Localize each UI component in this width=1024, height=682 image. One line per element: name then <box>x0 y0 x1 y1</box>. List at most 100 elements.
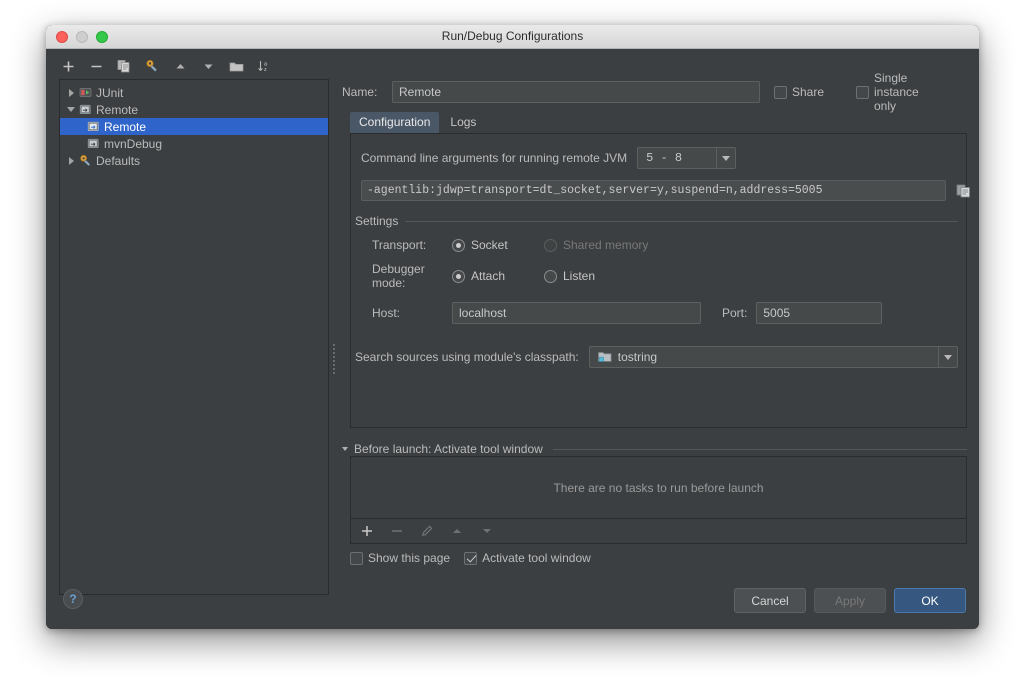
module-folder-icon <box>598 351 612 363</box>
settings-group: Settings Transport: Socket Shared memory… <box>355 214 958 324</box>
tree-item-mvndebug[interactable]: mvnDebug <box>60 135 328 152</box>
tree-item-remote-group[interactable]: Remote <box>60 101 328 118</box>
remote-icon <box>78 103 93 116</box>
debugger-mode-attach-radio[interactable]: Attach <box>452 269 544 283</box>
configuration-editor-panel: Name: Remote Share Single instance only … <box>342 54 970 629</box>
cancel-button[interactable]: Cancel <box>734 588 806 613</box>
transport-socket-radio[interactable]: Socket <box>452 238 544 252</box>
tree-item-defaults[interactable]: Defaults <box>60 152 328 169</box>
collapse-triangle-icon[interactable] <box>342 447 348 451</box>
wrench-icon <box>78 154 93 167</box>
search-sources-label: Search sources using module's classpath: <box>355 350 579 364</box>
junit-icon <box>78 86 93 99</box>
module-classpath-dropdown[interactable]: tostring <box>588 346 958 368</box>
show-this-page-label: Show this page <box>368 551 451 565</box>
configurations-toolbar: a z <box>59 54 329 78</box>
jvm-version-value: 5 - 8 <box>646 151 683 165</box>
share-label: Share <box>792 85 825 99</box>
folder-icon[interactable] <box>227 57 245 75</box>
remote-icon <box>86 137 101 150</box>
show-this-page-checkbox-box[interactable] <box>350 551 363 565</box>
transport-shared-memory-radio: Shared memory <box>544 238 648 252</box>
name-label: Name: <box>342 85 378 99</box>
command-line-label: Command line arguments for running remot… <box>361 151 628 165</box>
settings-group-label: Settings <box>355 214 399 228</box>
module-name-value: tostring <box>617 350 658 364</box>
name-input[interactable]: Remote <box>392 81 760 103</box>
before-launch-header[interactable]: Before launch: Activate tool window <box>342 442 967 456</box>
tree-item-junit[interactable]: JUnit <box>60 84 328 101</box>
move-down-icon[interactable] <box>199 57 217 75</box>
debugger-mode-attach-label: Attach <box>471 269 506 283</box>
expander-collapsed-icon[interactable] <box>64 88 78 97</box>
before-launch-task-list[interactable]: There are no tasks to run before launch <box>350 456 967 519</box>
settings-group-header: Settings <box>355 214 958 228</box>
add-configuration-icon[interactable] <box>59 57 77 75</box>
panel-splitter[interactable] <box>331 339 336 379</box>
before-launch-toolbar <box>350 519 967 544</box>
editor-tabs: Configuration Logs <box>350 112 485 133</box>
wrench-icon[interactable] <box>143 57 161 75</box>
port-input[interactable]: 5005 <box>756 302 883 324</box>
tab-logs[interactable]: Logs <box>441 112 485 133</box>
dialog-body: a z JUnit Remote Remote mvnDebug Default… <box>46 49 979 629</box>
host-input[interactable]: localhost <box>452 302 701 324</box>
configurations-tree[interactable]: JUnit Remote Remote mvnDebug Defaults <box>59 79 329 595</box>
activate-tool-window-checkbox[interactable]: Activate tool window <box>464 551 591 565</box>
before-launch-label: Before launch: Activate tool window <box>354 442 543 456</box>
debugger-mode-row: Debugger mode: Attach Listen <box>355 262 958 290</box>
tree-item-label: JUnit <box>96 85 124 100</box>
remote-icon <box>86 120 101 133</box>
host-label: Host: <box>372 306 401 320</box>
add-task-icon[interactable] <box>358 522 376 540</box>
ok-button[interactable]: OK <box>894 588 966 613</box>
tree-item-label: Remote <box>96 102 139 117</box>
expander-expanded-icon[interactable] <box>64 107 78 112</box>
debugger-mode-label: Debugger mode: <box>372 262 425 290</box>
single-instance-label: Single instance only <box>874 71 919 113</box>
single-instance-checkbox[interactable]: Single instance only <box>856 71 924 113</box>
pencil-icon <box>418 522 436 540</box>
transport-socket-radio-button[interactable] <box>452 238 465 252</box>
before-launch-empty-message: There are no tasks to run before launch <box>553 480 764 495</box>
transport-shared-memory-radio-button <box>544 238 557 252</box>
copy-to-clipboard-icon[interactable] <box>953 180 973 201</box>
move-task-up-icon <box>448 522 466 540</box>
show-this-page-checkbox[interactable]: Show this page <box>350 551 450 565</box>
help-button[interactable]: ? <box>63 589 83 609</box>
remove-configuration-icon[interactable] <box>87 57 105 75</box>
window-titlebar: Run/Debug Configurations <box>46 25 979 49</box>
window-title: Run/Debug Configurations <box>441 29 584 43</box>
tree-item-label: Defaults <box>96 153 141 168</box>
agent-arguments-field[interactable]: -agentlib:jdwp=transport=dt_socket,serve… <box>361 180 946 201</box>
transport-row: Transport: Socket Shared memory <box>355 238 958 252</box>
before-launch-options: Show this page Activate tool window <box>350 551 591 565</box>
port-label: Port: <box>722 306 748 320</box>
activate-tool-window-label: Activate tool window <box>482 551 591 565</box>
host-port-row: Host: localhost Port: 5005 <box>355 302 958 324</box>
transport-shared-memory-label: Shared memory <box>563 238 649 252</box>
sort-az-icon[interactable]: a z <box>255 57 273 75</box>
screenshot-root: Run/Debug Configurations a z JUnit Remot… <box>0 0 1024 682</box>
share-checkbox[interactable]: Share <box>774 85 842 99</box>
debugger-mode-listen-radio-button[interactable] <box>544 269 557 283</box>
debugger-mode-listen-radio[interactable]: Listen <box>544 269 595 283</box>
copy-configuration-icon[interactable] <box>115 57 133 75</box>
search-sources-row: Search sources using module's classpath:… <box>355 346 958 368</box>
tree-item-remote[interactable]: Remote <box>60 118 328 135</box>
share-checkbox-box[interactable] <box>774 85 787 99</box>
chevron-down-icon[interactable] <box>938 347 957 367</box>
single-instance-checkbox-box[interactable] <box>856 85 869 99</box>
debugger-mode-attach-radio-button[interactable] <box>452 269 465 283</box>
settings-group-divider <box>405 220 958 222</box>
chevron-down-icon[interactable] <box>716 148 736 168</box>
tree-item-label: Remote <box>104 119 147 134</box>
expander-collapsed-icon[interactable] <box>64 156 78 165</box>
activate-tool-window-checkbox-box[interactable] <box>464 551 478 565</box>
remove-task-icon <box>388 522 406 540</box>
tab-configuration[interactable]: Configuration <box>350 112 440 133</box>
move-up-icon[interactable] <box>171 57 189 75</box>
transport-socket-label: Socket <box>471 238 508 252</box>
apply-button: Apply <box>814 588 886 613</box>
jvm-version-dropdown[interactable]: 5 - 8 <box>637 147 737 169</box>
